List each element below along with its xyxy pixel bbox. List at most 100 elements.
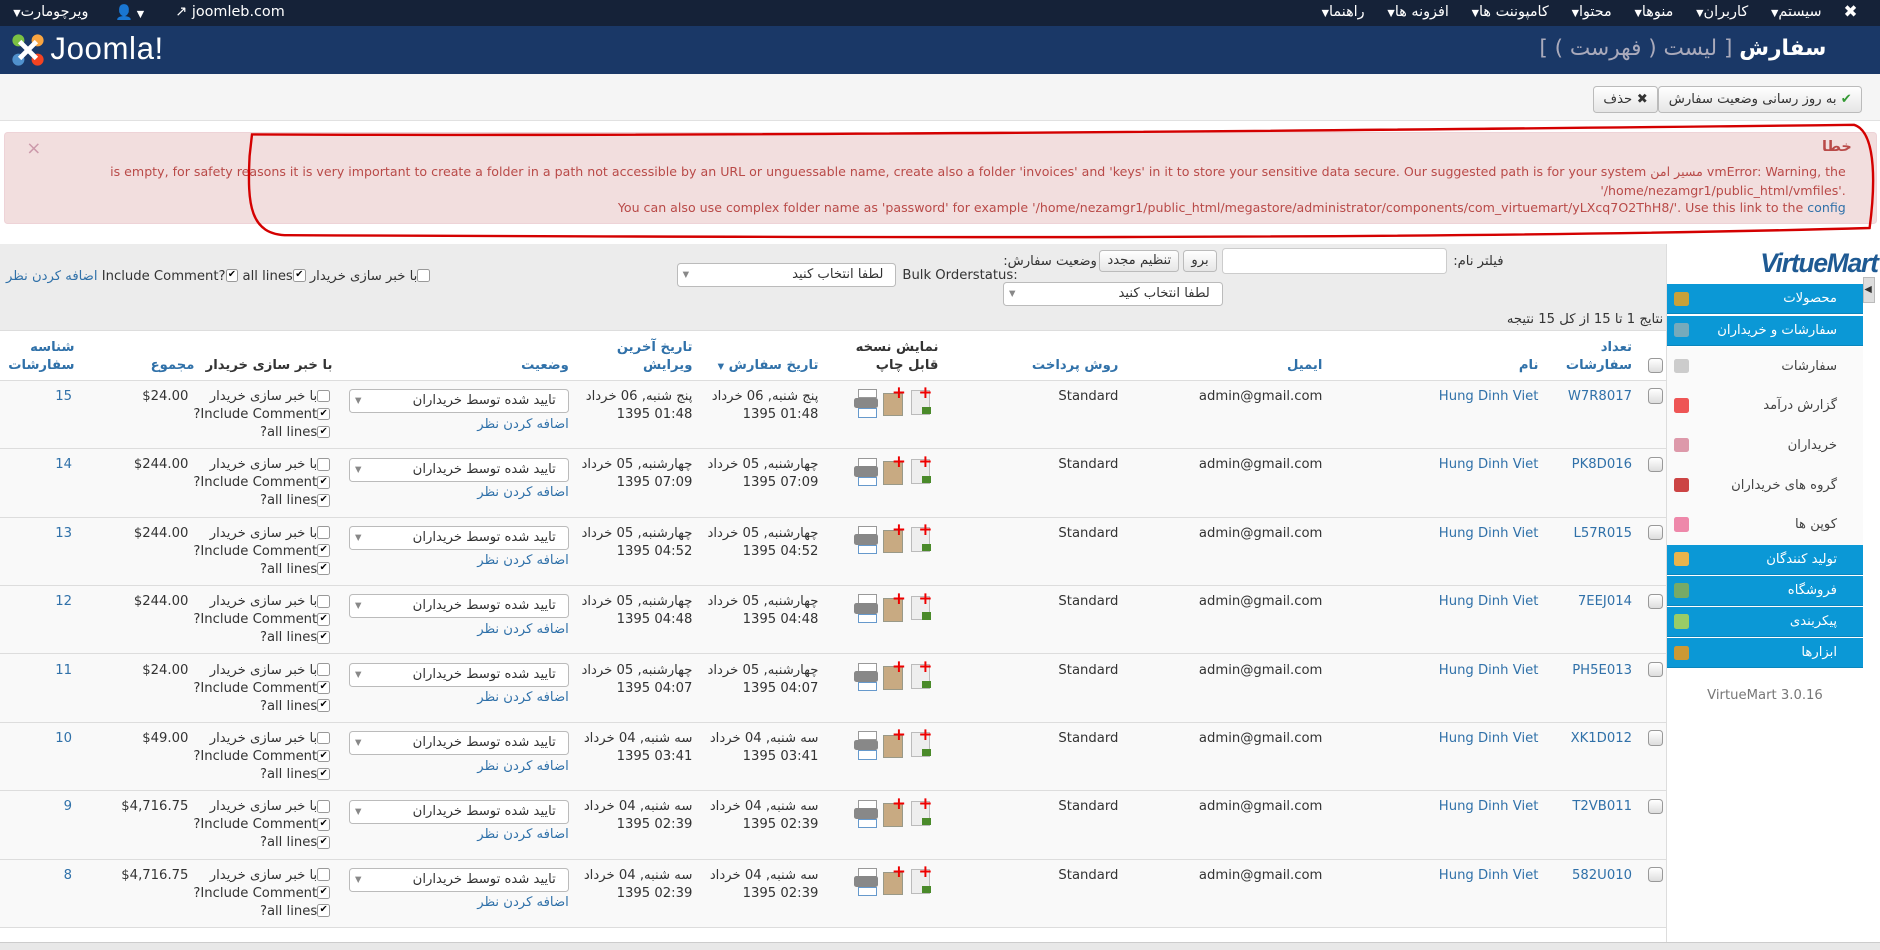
- customer-name-link[interactable]: Hung Dinh Viet: [1439, 389, 1539, 404]
- invoice-icon[interactable]: +: [907, 452, 932, 485]
- printer-icon[interactable]: [854, 525, 879, 555]
- select-all-checkbox[interactable]: [1648, 357, 1664, 373]
- notify-checkbox[interactable]: [317, 389, 331, 403]
- customer-name-link[interactable]: Hung Dinh Viet: [1439, 868, 1539, 883]
- order-id-link[interactable]: 13: [55, 526, 72, 541]
- order-id-link[interactable]: 12: [55, 594, 72, 609]
- sidebar-item-2[interactable]: سفارشات: [1666, 346, 1864, 387]
- header-modified[interactable]: تاریخ آخرین ویرایش: [578, 330, 702, 381]
- top-menu-1[interactable]: کاربران▼: [1693, 4, 1748, 20]
- reset-button[interactable]: تنظیم مجدد: [1099, 249, 1180, 273]
- delivery-note-icon[interactable]: +: [881, 521, 906, 554]
- printer-icon[interactable]: [854, 798, 879, 828]
- printer-icon[interactable]: [854, 730, 879, 760]
- invoice-icon[interactable]: +: [907, 521, 932, 554]
- config-link[interactable]: config: [1807, 200, 1846, 215]
- order-status-select[interactable]: تایید شده توسط خریداران ▼: [349, 526, 569, 551]
- all-lines-checkbox[interactable]: ✔: [317, 425, 331, 439]
- customer-name-link[interactable]: Hung Dinh Viet: [1439, 594, 1539, 609]
- customer-name-link[interactable]: Hung Dinh Viet: [1439, 663, 1539, 678]
- sidebar-item-4[interactable]: خریداران: [1666, 425, 1864, 466]
- notify-checkbox[interactable]: [317, 800, 331, 813]
- row-checkbox[interactable]: [1648, 593, 1664, 609]
- row-checkbox[interactable]: [1648, 525, 1664, 541]
- delivery-note-icon[interactable]: +: [881, 589, 906, 622]
- order-status-select[interactable]: تایید شده توسط خریداران ▼: [349, 594, 569, 619]
- add-comment-link[interactable]: اضافه کردن نظر: [6, 269, 98, 284]
- order-number-link[interactable]: 582U010: [1572, 868, 1632, 883]
- invoice-icon[interactable]: +: [907, 384, 932, 417]
- top-menu-6[interactable]: راهنما▼: [1318, 4, 1365, 20]
- invoice-icon[interactable]: +: [907, 794, 932, 827]
- sidebar-item-1[interactable]: سفارشات و خریداران: [1666, 315, 1864, 346]
- add-comment-link[interactable]: اضافه کردن نظر: [477, 417, 569, 432]
- add-comment-link[interactable]: اضافه کردن نظر: [477, 895, 569, 910]
- order-number-link[interactable]: XK1D012: [1571, 731, 1632, 746]
- row-checkbox[interactable]: [1648, 388, 1664, 404]
- order-status-select[interactable]: تایید شده توسط خریداران ▼: [349, 799, 569, 824]
- include-comment-checkbox[interactable]: ✔: [225, 269, 239, 283]
- order-status-select[interactable]: لطفا انتخاب کنید ▼: [1003, 281, 1223, 306]
- delivery-note-icon[interactable]: +: [881, 658, 906, 691]
- virtuemart-menu[interactable]: ▼ویرچومارت: [10, 4, 88, 20]
- header-payment[interactable]: روش پرداخت: [948, 330, 1128, 381]
- order-id-link[interactable]: 15: [55, 389, 72, 404]
- header-order-date[interactable]: تاریخ سفارش ▼: [702, 330, 828, 381]
- customer-name-link[interactable]: Hung Dinh Viet: [1439, 731, 1539, 746]
- joomla-menu-icon[interactable]: ✖: [1844, 1, 1858, 21]
- invoice-icon[interactable]: +: [907, 726, 932, 759]
- add-comment-link[interactable]: اضافه کردن نظر: [477, 622, 569, 637]
- printer-icon[interactable]: [854, 867, 879, 897]
- all-lines-checkbox[interactable]: ✔: [317, 904, 331, 918]
- all-lines-checkbox[interactable]: ✔: [317, 767, 331, 781]
- include-comment-checkbox[interactable]: ✔: [317, 749, 331, 763]
- all-lines-checkbox[interactable]: ✔: [317, 562, 331, 576]
- header-email[interactable]: ایمیل: [1128, 330, 1332, 381]
- notify-checkbox[interactable]: [417, 269, 431, 283]
- delivery-note-icon[interactable]: +: [881, 863, 906, 896]
- notify-checkbox[interactable]: [317, 663, 331, 677]
- printer-icon[interactable]: [854, 456, 879, 487]
- all-lines-checkbox[interactable]: ✔: [317, 494, 331, 507]
- header-id[interactable]: شناسه سفارشات: [0, 330, 85, 381]
- printer-icon[interactable]: [854, 593, 879, 623]
- update-status-button[interactable]: ✔ به روز رسانی وضعیت سفارش: [1658, 86, 1863, 113]
- row-checkbox[interactable]: [1648, 730, 1664, 746]
- delivery-note-icon[interactable]: +: [881, 726, 906, 759]
- order-number-link[interactable]: L57R015: [1574, 526, 1632, 541]
- add-comment-link[interactable]: اضافه کردن نظر: [477, 690, 569, 705]
- include-comment-checkbox[interactable]: ✔: [317, 886, 331, 900]
- order-id-link[interactable]: 11: [55, 663, 72, 678]
- go-button[interactable]: برو: [1183, 249, 1217, 273]
- site-link[interactable]: ↗ joomleb.com: [175, 4, 285, 20]
- invoice-icon[interactable]: +: [907, 658, 932, 691]
- delivery-note-icon[interactable]: +: [881, 794, 906, 827]
- alert-close-button[interactable]: ×: [26, 138, 41, 159]
- printer-icon[interactable]: [854, 388, 879, 418]
- top-menu-3[interactable]: محتوا▼: [1568, 4, 1612, 20]
- sidebar-item-7[interactable]: تولید کنندگان: [1666, 544, 1864, 575]
- sidebar-item-3[interactable]: گزارش درآمد: [1666, 386, 1864, 426]
- add-comment-link[interactable]: اضافه کردن نظر: [477, 485, 569, 500]
- notify-checkbox[interactable]: [317, 526, 331, 540]
- top-menu-2[interactable]: منوها▼: [1631, 4, 1674, 20]
- order-number-link[interactable]: PK8D016: [1572, 457, 1632, 472]
- include-comment-checkbox[interactable]: ✔: [317, 476, 331, 489]
- order-status-select[interactable]: تایید شده توسط خریداران ▼: [349, 731, 569, 756]
- header-name[interactable]: نام: [1332, 330, 1548, 381]
- include-comment-checkbox[interactable]: ✔: [317, 407, 331, 421]
- delivery-note-icon[interactable]: +: [881, 452, 906, 485]
- top-menu-0[interactable]: سیستم▼: [1767, 4, 1822, 20]
- add-comment-link[interactable]: اضافه کردن نظر: [477, 827, 569, 842]
- order-number-link[interactable]: W7R8017: [1568, 389, 1632, 404]
- notify-checkbox[interactable]: [317, 868, 331, 882]
- printer-icon[interactable]: [854, 662, 879, 692]
- order-status-select[interactable]: تایید شده توسط خریداران ▼: [349, 457, 569, 482]
- sidebar-item-9[interactable]: پیکربندی: [1666, 607, 1864, 638]
- delete-button[interactable]: ✖ حذف: [1592, 86, 1659, 113]
- sidebar-item-5[interactable]: گروه های خریداران: [1666, 465, 1864, 506]
- invoice-icon[interactable]: +: [907, 863, 932, 896]
- collapse-sidebar-button[interactable]: ◀: [1863, 277, 1875, 304]
- order-status-select[interactable]: تایید شده توسط خریداران ▼: [349, 662, 569, 687]
- order-status-select[interactable]: تایید شده توسط خریداران ▼: [349, 868, 569, 892]
